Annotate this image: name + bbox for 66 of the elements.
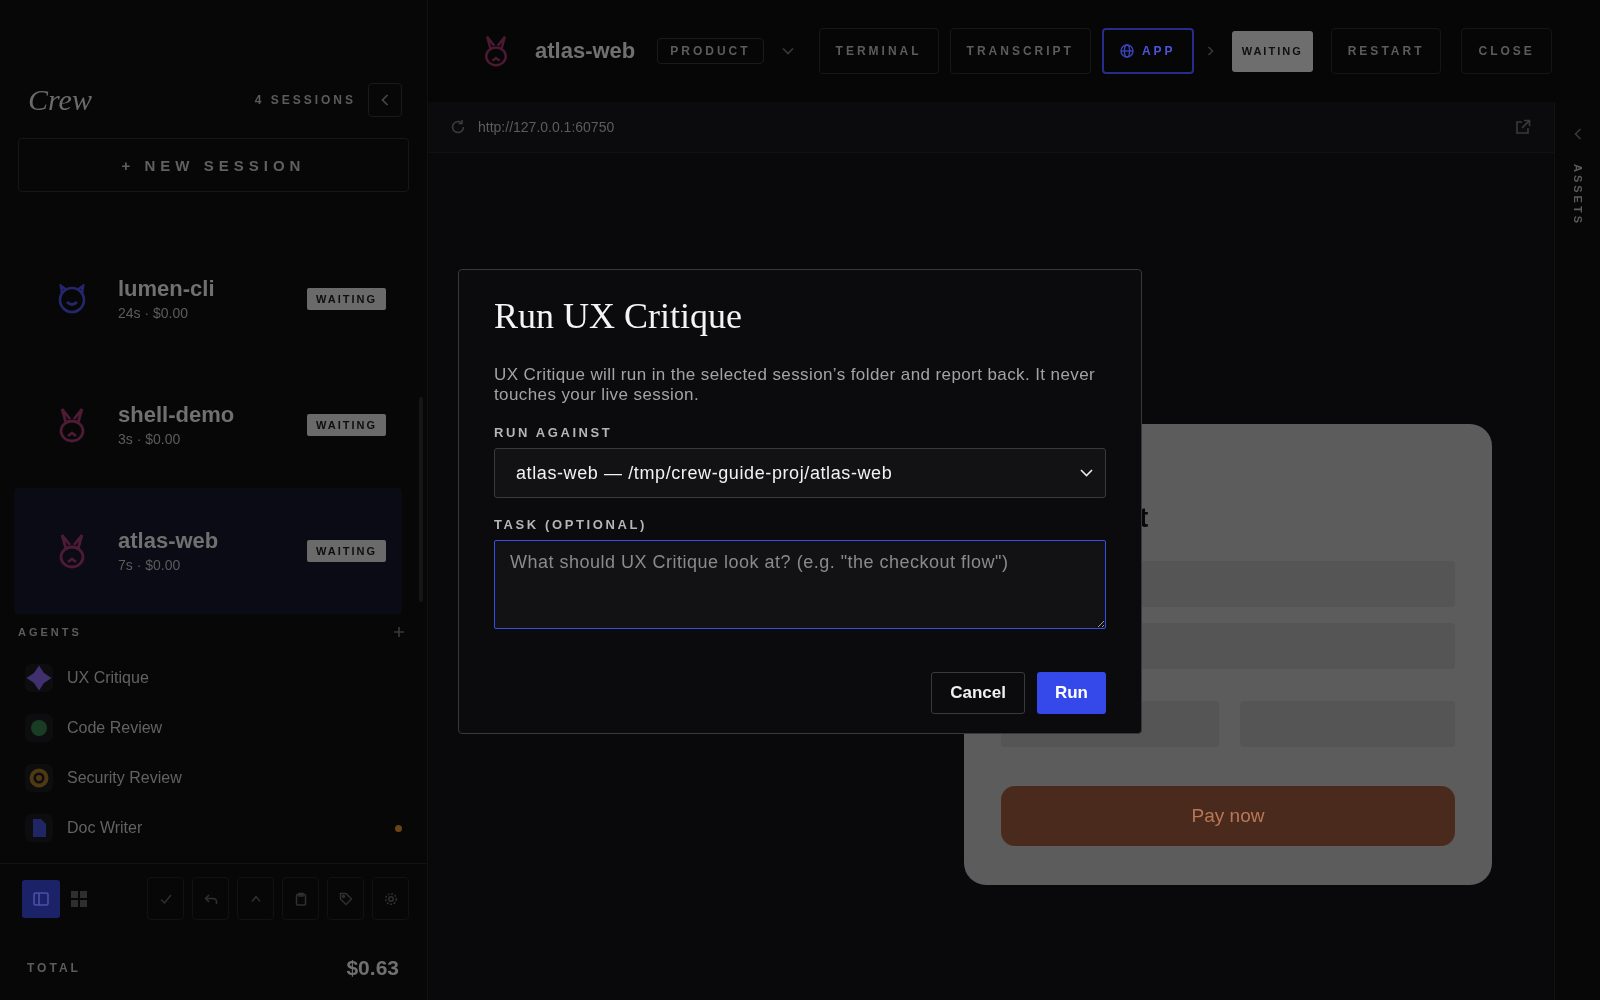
add-icon[interactable] [394,627,404,637]
toolbar-button[interactable] [192,877,229,920]
chevron-right-icon[interactable] [1206,46,1214,56]
field-label: TASK (OPTIONAL) [494,517,647,533]
toolbar-button[interactable] [372,877,409,920]
rabbit-face-icon [482,35,510,67]
reply-arrow-icon [203,891,218,906]
run-button[interactable]: Run [1036,672,1106,714]
status-badge: WAITING [306,288,386,310]
external-link-icon[interactable] [1515,119,1531,135]
project-dropdown[interactable]: PRODUCT [657,38,764,64]
address-bar[interactable]: http://127.0.0.1:60750 [428,102,1554,153]
task-input[interactable]: What should UX Critique look at? (e.g. "the checkout flow") [494,540,1106,629]
toolbar-button[interactable] [327,877,364,920]
agent-item[interactable]: Security Review [0,753,427,803]
app-logo-text: Crew [28,83,93,117]
status-badge: WAITING [306,414,386,436]
assets-tab[interactable]: ASSETS [1571,164,1584,226]
clipboard-icon [293,891,308,906]
session-count: 4 SESSIONS [254,93,356,107]
status-badge: WAITING [1231,30,1313,72]
new-session-button[interactable]: + NEW SESSION [18,138,409,192]
view-toggle[interactable] [22,879,60,918]
chevron-left-icon [381,94,389,106]
session-item[interactable]: atlas-web 7s · $0.00 WAITING [14,488,402,614]
tag-icon [338,891,353,906]
panel-icon [33,891,49,906]
session-name: shell-demo [118,402,235,428]
field-label: RUN AGAINST [494,425,613,441]
toolbar-button[interactable] [282,877,319,920]
session-name: lumen-cli [118,276,215,302]
tab[interactable]: TERMINAL [818,28,939,74]
status-badge: WAITING [306,540,386,562]
total-label: TOTAL [27,961,81,975]
session-meta: 3s · $0.00 [118,430,181,448]
refresh-icon[interactable] [450,119,466,135]
chevron-down-icon[interactable] [781,47,794,55]
globe-icon [1119,44,1134,58]
session-item[interactable]: lumen-cli 24s · $0.00 WAITING [14,236,402,362]
pay-button[interactable]: Pay now [1001,786,1455,846]
tab[interactable]: APP [1101,28,1194,74]
session-item[interactable]: shell-demo 3s · $0.00 WAITING [14,362,402,488]
toolbar-button[interactable] [147,877,184,920]
section-heading: AGENTS [18,626,82,638]
dialog-description: UX Critique will run in the selected session’s folder and report back. It never touches your live session. [494,365,1097,405]
grid-icon [71,890,87,907]
collapse-button[interactable] [368,83,402,117]
settings-icon [383,891,398,906]
session-title: atlas-web [535,38,636,64]
agent-item[interactable]: UX Critique [0,653,427,703]
agent-item[interactable]: Code Review [0,703,427,753]
cancel-button[interactable]: Cancel [931,672,1025,714]
chevron-left-icon[interactable] [1573,128,1582,140]
header-button[interactable]: RESTART [1330,28,1442,74]
chevron-down-icon [1080,469,1093,477]
header-button[interactable]: CLOSE [1461,28,1552,74]
toolbar-button[interactable] [237,877,274,920]
url-text: http://127.0.0.1:60750 [478,119,616,135]
session-meta: 7s · $0.00 [118,556,181,574]
session-name: atlas-web [118,528,219,554]
tab[interactable]: TRANSCRIPT [949,28,1091,74]
session-select[interactable]: atlas-web — /tmp/crew-guide-proj/atlas-web [494,448,1106,498]
session-meta: 24s · $0.00 [118,304,189,322]
agent-item[interactable]: Doc Writer [0,803,427,853]
total-cost: $0.63 [346,956,399,980]
dialog-title: Run UX Critique [494,295,742,338]
